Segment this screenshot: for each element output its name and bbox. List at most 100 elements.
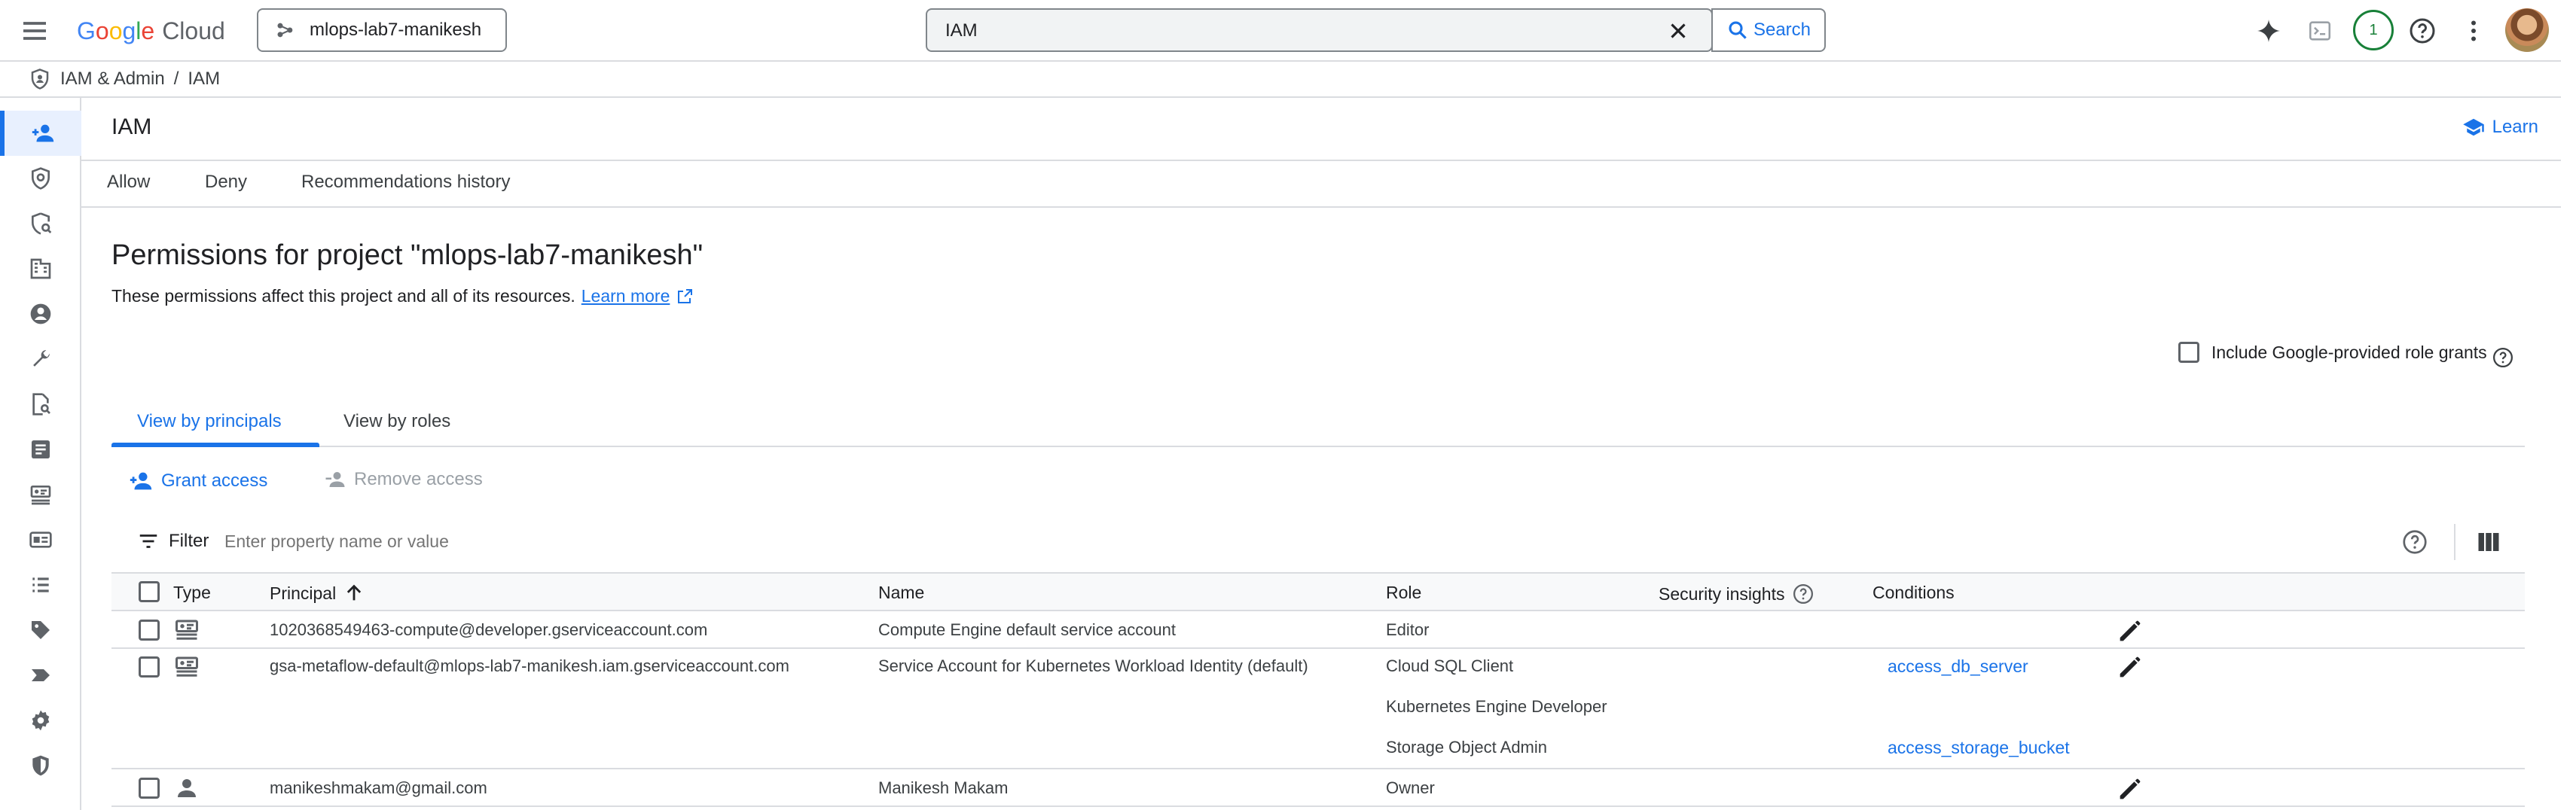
- gemini-button[interactable]: [2252, 14, 2285, 47]
- name-cell: Compute Engine default service account: [878, 620, 1177, 639]
- edit-pencil-icon: [2120, 656, 2141, 678]
- user-avatar[interactable]: [2505, 8, 2549, 52]
- breadcrumb-section[interactable]: IAM & Admin: [60, 69, 165, 90]
- name-cell: Manikesh Makam: [878, 778, 1009, 797]
- more-options-button[interactable]: [2457, 14, 2490, 47]
- filter-bar: Filter: [111, 521, 2525, 563]
- clear-search-button[interactable]: [1665, 18, 1691, 44]
- condition-link[interactable]: access_storage_bucket: [1888, 738, 2070, 758]
- nav-identity[interactable]: [0, 291, 81, 336]
- view-tabs: View by principals View by roles: [111, 399, 2525, 447]
- learn-label: Learn: [2492, 117, 2538, 137]
- column-header-principal[interactable]: Principal: [270, 583, 365, 604]
- principal-cell: manikeshmakam@gmail.com: [270, 778, 487, 797]
- column-header-security-insights[interactable]: Security insights: [1659, 583, 1814, 605]
- role-cell: Cloud SQL Client: [1386, 656, 1514, 675]
- column-display-options-button[interactable]: [2475, 528, 2502, 556]
- nav-privacy-security[interactable]: [0, 743, 81, 788]
- search-input[interactable]: [945, 20, 1608, 42]
- column-header-role[interactable]: Role: [1386, 583, 1421, 603]
- nav-settings[interactable]: [0, 698, 81, 743]
- nav-settings-tools[interactable]: [0, 336, 81, 382]
- name-cell: Service Account for Kubernetes Workload …: [878, 656, 1308, 675]
- table-row: gsa-metaflow-default@mlops-lab7-manikesh…: [111, 649, 2525, 769]
- tab-view-by-roles[interactable]: View by roles: [343, 411, 450, 432]
- google-cloud-logo[interactable]: Go o g l e Cloud: [77, 14, 225, 48]
- column-header-name[interactable]: Name: [878, 583, 924, 603]
- edit-principal-button[interactable]: [2115, 616, 2145, 646]
- help-icon: [2410, 18, 2435, 44]
- logo-letter: l: [136, 17, 142, 44]
- project-picker-button[interactable]: mlops-lab7-manikesh: [257, 8, 507, 52]
- tab-deny[interactable]: Deny: [205, 172, 247, 193]
- nav-iam[interactable]: [0, 111, 81, 156]
- tab-recommendations-history[interactable]: Recommendations history: [301, 172, 510, 193]
- security-shield-icon: [32, 755, 49, 776]
- arrow-upward-icon: [347, 584, 362, 601]
- help-icon[interactable]: [2492, 346, 2514, 369]
- condition-link[interactable]: access_db_server: [1888, 656, 2028, 677]
- list-icon: [32, 577, 49, 592]
- nav-labels[interactable]: [0, 562, 81, 608]
- row-checkbox[interactable]: [139, 656, 160, 678]
- nav-policy-troubleshooter[interactable]: [0, 201, 81, 246]
- nav-policy-analyzer[interactable]: [0, 382, 81, 427]
- nav-workload-identity[interactable]: [0, 517, 81, 562]
- notifications-button[interactable]: 1: [2353, 10, 2394, 50]
- nav-organizations[interactable]: [0, 246, 81, 291]
- filter-input[interactable]: [224, 531, 827, 552]
- edit-principal-button[interactable]: [2115, 652, 2145, 682]
- learn-button[interactable]: Learn: [2462, 116, 2538, 139]
- filter-help-button[interactable]: [2401, 528, 2428, 556]
- remove-access-button[interactable]: Remove access: [324, 468, 483, 491]
- person-add-icon: [130, 472, 152, 490]
- table-header: Type Principal Name Role Security insigh…: [111, 572, 2525, 611]
- row-checkbox[interactable]: [139, 778, 160, 799]
- page-title: IAM: [111, 114, 152, 139]
- row-checkbox[interactable]: [139, 620, 160, 641]
- include-google-grants: Include Google-provided role grants: [2178, 336, 2514, 369]
- view-column-icon: [2478, 533, 2499, 551]
- permissions-description-text: These permissions affect this project an…: [111, 286, 575, 306]
- edit-principal-button[interactable]: [2115, 774, 2145, 804]
- table-row: manikeshmakam@gmail.com Manikesh Makam O…: [111, 769, 2525, 807]
- principal-cell: 1020368549463-compute@developer.gservice…: [270, 620, 708, 639]
- nav-service-accounts[interactable]: [0, 472, 81, 517]
- role-cell: Storage Object Admin: [1386, 738, 1548, 757]
- nav-manage-resources[interactable]: [0, 653, 81, 698]
- column-header-conditions[interactable]: Conditions: [1872, 583, 1955, 603]
- help-button[interactable]: [2406, 14, 2439, 47]
- role-cell: Kubernetes Engine Developer: [1386, 697, 1607, 716]
- wrench-icon: [33, 349, 50, 367]
- search-button-label: Search: [1753, 20, 1811, 40]
- permissions-title: Permissions for project "mlops-lab7-mani…: [111, 239, 704, 271]
- edit-pencil-icon: [2120, 778, 2141, 799]
- logo-letter: o: [108, 17, 123, 44]
- project-name: mlops-lab7-manikesh: [310, 20, 482, 40]
- help-icon[interactable]: [1792, 583, 1814, 605]
- cloud-shell-button[interactable]: [2303, 14, 2336, 47]
- tab-allow[interactable]: Allow: [107, 172, 150, 193]
- column-header-principal-label: Principal: [270, 583, 337, 603]
- main-menu-button[interactable]: [20, 16, 50, 46]
- select-all-checkbox[interactable]: [139, 581, 160, 602]
- include-grants-checkbox[interactable]: [2178, 342, 2199, 363]
- grant-access-button[interactable]: Grant access: [128, 468, 267, 494]
- column-header-type[interactable]: Type: [173, 583, 211, 603]
- service-account-icon: [175, 656, 198, 677]
- include-grants-label: Include Google-provided role grants: [2211, 342, 2487, 362]
- service-account-icon: [30, 486, 51, 505]
- nav-org-policies[interactable]: [0, 427, 81, 472]
- search-button[interactable]: Search: [1711, 8, 1826, 52]
- edit-pencil-icon: [2120, 620, 2141, 641]
- tab-view-by-principals[interactable]: View by principals: [137, 411, 282, 432]
- table-row: 1020368549463-compute@developer.gservice…: [111, 611, 2525, 649]
- filter-list-icon: [139, 534, 157, 548]
- hamburger-menu-icon: [23, 22, 46, 40]
- nav-pam[interactable]: [0, 156, 81, 201]
- active-tab-indicator: [111, 443, 319, 447]
- nav-tags[interactable]: [0, 608, 81, 653]
- account-circle-icon: [30, 303, 51, 324]
- filter-button[interactable]: Filter: [137, 530, 209, 553]
- learn-more-link[interactable]: Learn more: [581, 286, 670, 306]
